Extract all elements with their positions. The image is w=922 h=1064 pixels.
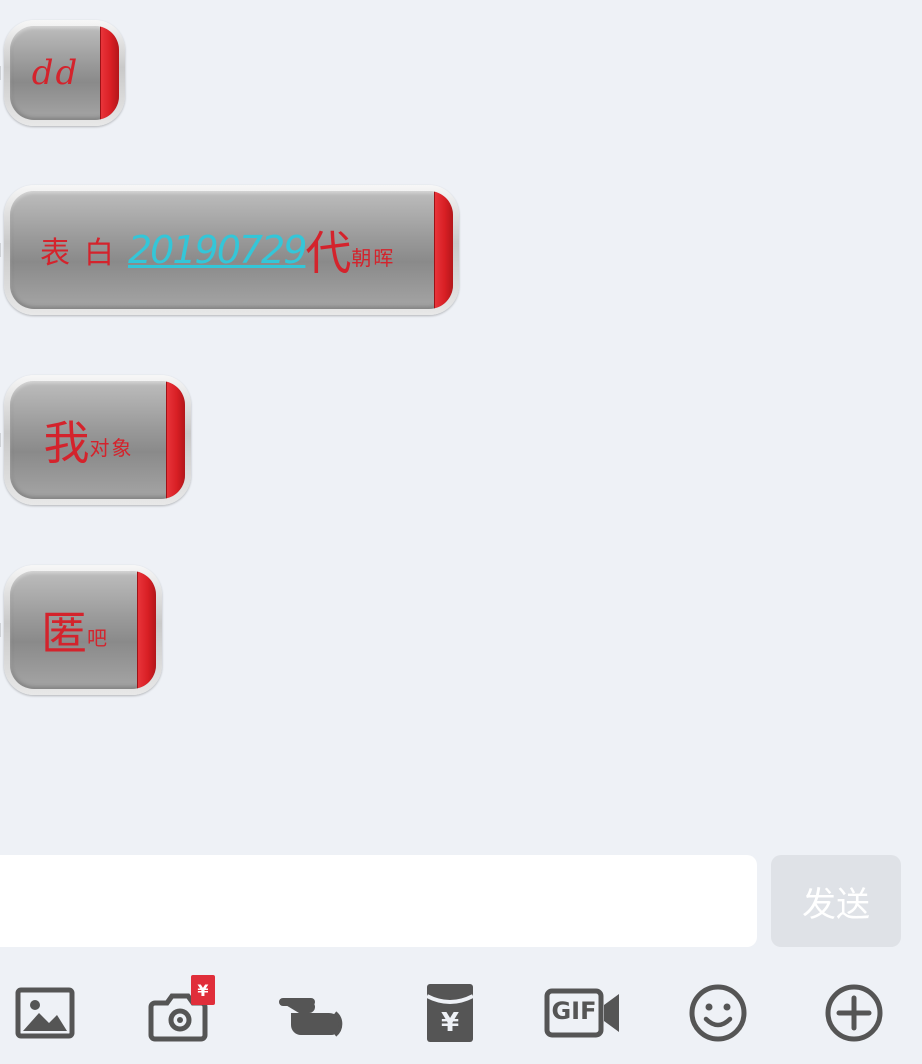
bubble-body: dd: [10, 26, 119, 120]
gif-icon: GIF: [544, 988, 622, 1038]
plus-icon: [824, 983, 884, 1043]
message-input[interactable]: [0, 855, 757, 947]
camera-icon: ¥: [145, 975, 215, 1045]
bubble-red-bar: [166, 381, 185, 499]
bubble-red-bar: [434, 191, 453, 309]
message-text: 我 对象: [10, 381, 167, 499]
bubble-body: 匿 吧: [10, 571, 156, 689]
bubble-body: 我 对象: [10, 381, 185, 499]
more-button[interactable]: [814, 975, 894, 1051]
send-button[interactable]: 发送: [771, 855, 901, 947]
message-text-part: 朝晖: [351, 245, 396, 270]
emoji-button[interactable]: [678, 975, 758, 1051]
red-packet-badge: ¥: [191, 975, 215, 1005]
bubble-red-bar: [100, 26, 119, 120]
message-text: dd: [10, 26, 101, 120]
camera-button[interactable]: ¥: [140, 975, 220, 1051]
image-icon: [15, 987, 75, 1039]
red-packet-icon: ¥: [425, 982, 475, 1044]
message-bubble-4[interactable]: 匿 吧: [0, 565, 162, 695]
message-text-part: 表白: [40, 236, 128, 271]
gif-button[interactable]: GIF: [543, 975, 623, 1051]
message-text-part: dd: [31, 53, 80, 93]
image-button[interactable]: [5, 975, 85, 1051]
poke-hand-icon: [275, 989, 355, 1037]
poke-button[interactable]: [275, 975, 355, 1051]
message-text-part: 吧: [87, 625, 107, 650]
message-text-part: 代: [305, 226, 352, 280]
gif-label: GIF: [551, 997, 597, 1025]
message-text-part: 对象: [89, 435, 134, 460]
message-text: 匿 吧: [10, 571, 138, 689]
message-link[interactable]: 20190729: [128, 228, 307, 272]
emoji-icon: [688, 983, 748, 1043]
bubble-red-bar: [137, 571, 156, 689]
message-bubble-3[interactable]: 我 对象: [0, 375, 191, 505]
message-bubble-2[interactable]: 表白 20190729 代 朝晖: [0, 185, 459, 315]
message-bubble-1[interactable]: dd: [0, 20, 125, 126]
message-text-part: 匿: [41, 606, 87, 660]
message-text-part: 我: [43, 416, 90, 470]
message-text: 表白 20190729 代 朝晖: [10, 191, 435, 309]
bubble-body: 表白 20190729 代 朝晖: [10, 191, 453, 309]
red-packet-glyph: ¥: [440, 1008, 460, 1038]
red-packet-button[interactable]: ¥: [410, 975, 490, 1051]
